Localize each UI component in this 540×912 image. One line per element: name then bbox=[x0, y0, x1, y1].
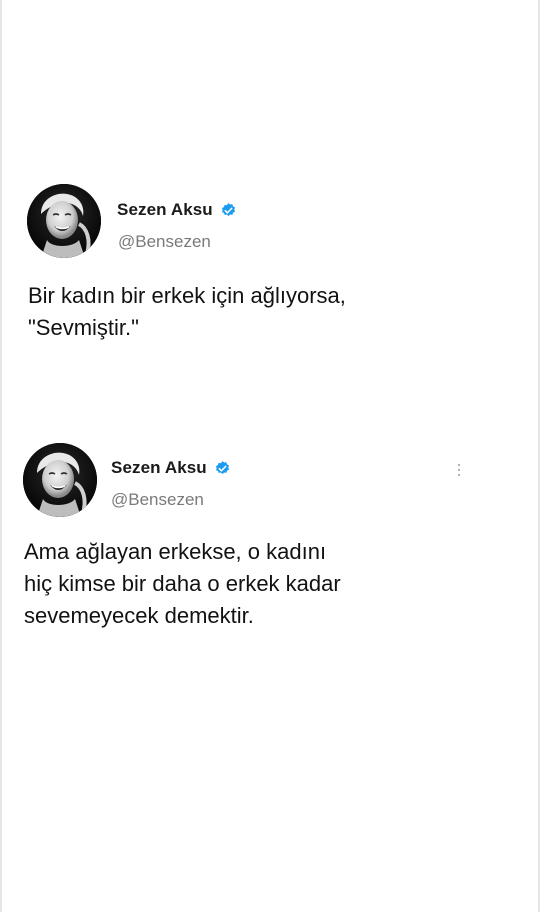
more-options-icon[interactable] bbox=[456, 464, 462, 480]
user-handle[interactable]: @Bensezen bbox=[118, 232, 211, 252]
tweet-text-line: sevemeyecek demektir. bbox=[24, 603, 254, 628]
avatar[interactable] bbox=[27, 184, 101, 258]
author-row: Sezen Aksu bbox=[117, 198, 237, 222]
tweet-text: Ama ağlayan erkekse, o kadını hiç kimse … bbox=[24, 536, 341, 632]
author-row: Sezen Aksu bbox=[111, 456, 231, 480]
display-name[interactable]: Sezen Aksu bbox=[117, 200, 213, 220]
user-handle[interactable]: @Bensezen bbox=[111, 490, 204, 510]
avatar-photo bbox=[27, 184, 101, 258]
tweet-text-line: Ama ağlayan erkekse, o kadını bbox=[24, 539, 327, 564]
avatar-photo bbox=[23, 443, 97, 517]
screen: Sezen Aksu @Bensezen Bir kadın bir erkek… bbox=[0, 0, 540, 912]
tweet-text: Bir kadın bir erkek için ağlıyorsa, "Sev… bbox=[28, 280, 346, 344]
tweet-text-line: Bir kadın bir erkek için ağlıyorsa, bbox=[28, 283, 346, 308]
avatar[interactable] bbox=[23, 443, 97, 517]
verified-badge-icon bbox=[221, 202, 235, 216]
tweet-text-line: "Sevmiştir." bbox=[28, 315, 139, 340]
display-name[interactable]: Sezen Aksu bbox=[111, 458, 207, 478]
verified-badge-icon bbox=[215, 460, 229, 474]
tweet-text-line: hiç kimse bir daha o erkek kadar bbox=[24, 571, 341, 596]
